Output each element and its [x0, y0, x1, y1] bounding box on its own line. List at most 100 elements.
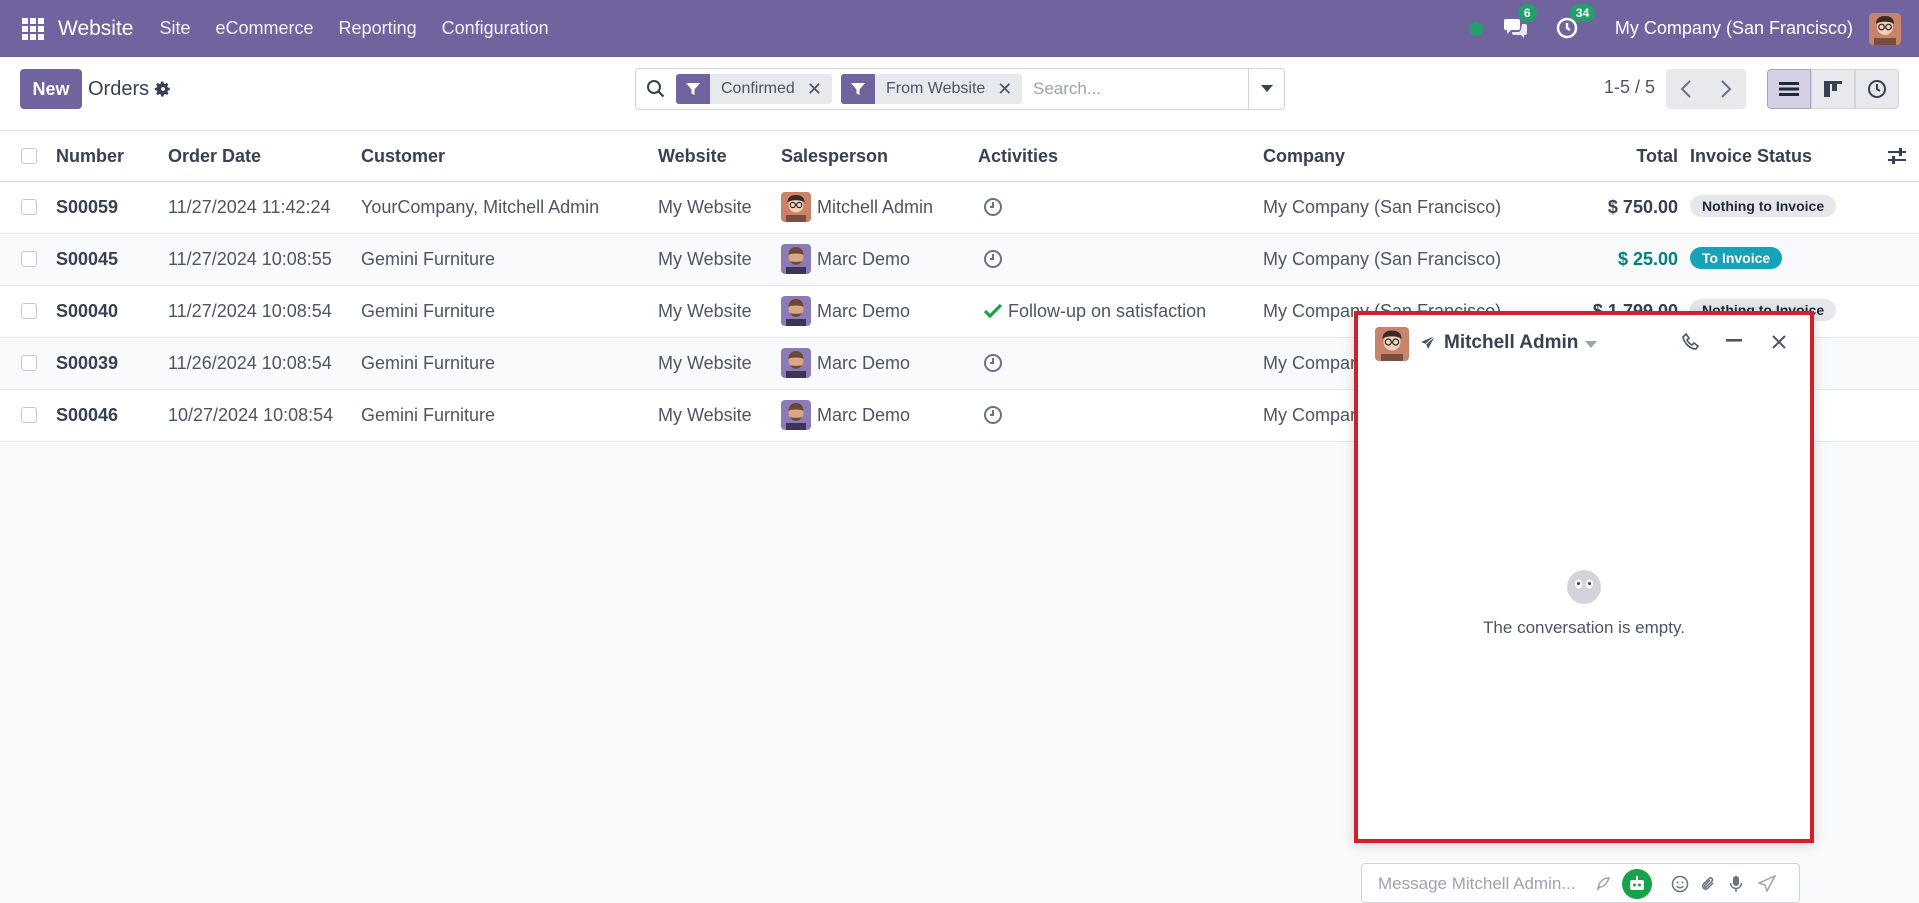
caret-down-icon[interactable] — [1585, 341, 1597, 349]
chat-avatar — [1375, 327, 1409, 361]
ghost-face-icon — [1567, 570, 1601, 604]
remove-facet-button[interactable]: ✕ — [804, 74, 832, 104]
pager-value[interactable]: 1-5 / 5 — [1604, 77, 1655, 98]
column-order-date[interactable]: Order Date — [168, 146, 261, 167]
column-salesperson[interactable]: Salesperson — [781, 146, 888, 167]
search-options-toggle[interactable] — [1248, 69, 1284, 109]
kanban-icon — [1824, 81, 1842, 97]
order-date: 10/27/2024 10:08:54 — [168, 405, 334, 425]
chat-title[interactable]: Mitchell Admin — [1444, 332, 1578, 354]
menu-configuration[interactable]: Configuration — [442, 18, 549, 39]
column-company[interactable]: Company — [1263, 146, 1345, 167]
order-date: 11/27/2024 11:42:24 — [168, 197, 331, 217]
invoice-status-badge: To Invoice — [1690, 247, 1783, 269]
activity-clock-icon[interactable] — [983, 353, 1003, 373]
chevron-right-icon — [1721, 80, 1732, 98]
chat-window: Mitchell Admin The conversation is empty… — [1354, 311, 1814, 843]
company: My Compan — [1263, 353, 1361, 373]
page-title: Orders — [88, 78, 150, 100]
row-checkbox[interactable] — [21, 355, 37, 371]
invoice-status-badge: Nothing to Invoice — [1690, 195, 1837, 217]
row-checkbox[interactable] — [21, 251, 37, 267]
filter-icon — [841, 74, 875, 104]
website: My Website — [658, 405, 752, 425]
paperclip-icon[interactable] — [1697, 873, 1719, 895]
kanban-view-button[interactable] — [1811, 69, 1855, 109]
column-number[interactable]: Number — [56, 146, 124, 167]
table-row[interactable]: S00045 11/27/2024 10:08:55 Gemini Furnit… — [0, 234, 1919, 286]
chat-empty-state: The conversation is empty. — [1358, 569, 1810, 638]
company-switcher[interactable]: My Company (San Francisco) — [1615, 18, 1853, 39]
app-name[interactable]: Website — [58, 17, 133, 41]
messages-button[interactable]: 6 — [1503, 3, 1537, 42]
row-checkbox[interactable] — [21, 407, 37, 423]
send-icon[interactable] — [1756, 873, 1778, 895]
plane-icon — [1421, 335, 1436, 349]
feather-icon[interactable] — [1592, 873, 1614, 895]
order-total: $ 25.00 — [1617, 249, 1678, 269]
messages-count-badge: 6 — [1517, 3, 1537, 22]
ai-robot-icon[interactable] — [1622, 869, 1652, 899]
customer: Gemini Furniture — [361, 249, 496, 269]
user-avatar[interactable] — [1869, 12, 1901, 45]
table-row[interactable]: S00059 11/27/2024 11:42:24 YourCompany, … — [0, 182, 1919, 234]
column-activities[interactable]: Activities — [978, 146, 1058, 167]
column-customer[interactable]: Customer — [361, 146, 445, 167]
customer: Gemini Furniture — [361, 353, 496, 373]
column-website[interactable]: Website — [658, 146, 727, 167]
list-view-button[interactable] — [1767, 69, 1811, 109]
menu-reporting[interactable]: Reporting — [339, 18, 417, 39]
select-all-checkbox[interactable] — [21, 148, 37, 164]
column-invoice-status[interactable]: Invoice Status — [1690, 146, 1812, 167]
chat-composer — [1361, 863, 1800, 903]
search-input[interactable] — [1033, 75, 1243, 103]
row-checkbox[interactable] — [21, 303, 37, 319]
menu-site[interactable]: Site — [159, 18, 190, 39]
activity-summary[interactable]: Follow-up on satisfaction — [1008, 301, 1206, 322]
chevron-left-icon — [1680, 80, 1691, 98]
activity-view-button[interactable] — [1855, 69, 1899, 109]
emoji-icon[interactable] — [1669, 873, 1691, 895]
close-icon[interactable] — [1771, 334, 1787, 350]
salesperson-avatar — [781, 192, 811, 222]
activities-count-badge: 34 — [1569, 3, 1596, 22]
control-panel: New Orders Confirmed ✕ From Website ✕ 1-… — [0, 57, 1919, 131]
new-button[interactable]: New — [20, 69, 82, 109]
activity-clock-icon[interactable] — [983, 405, 1003, 425]
check-icon[interactable] — [983, 303, 1003, 319]
website: My Website — [658, 249, 752, 269]
microphone-icon[interactable] — [1725, 873, 1747, 895]
activity-clock-icon[interactable] — [983, 249, 1003, 269]
list-icon — [1779, 82, 1799, 96]
column-settings-icon[interactable] — [1888, 148, 1906, 164]
order-number: S00046 — [56, 405, 119, 425]
column-total[interactable]: Total — [1636, 146, 1678, 167]
facet-label: Confirmed — [710, 74, 805, 104]
search-icon[interactable] — [646, 79, 666, 99]
pager-next-button[interactable] — [1706, 69, 1746, 109]
message-input[interactable] — [1378, 870, 1598, 898]
top-navbar: Website Site eCommerce Reporting Configu… — [0, 0, 1919, 57]
customer: YourCompany, Mitchell Admin — [361, 197, 600, 217]
pager-previous-button[interactable] — [1666, 69, 1706, 109]
menu-ecommerce[interactable]: eCommerce — [216, 18, 314, 39]
facet-confirmed: Confirmed ✕ — [676, 74, 832, 104]
salesperson-name: Marc Demo — [817, 301, 911, 321]
minimize-icon[interactable] — [1726, 339, 1744, 343]
gear-icon[interactable] — [154, 80, 172, 98]
customer: Gemini Furniture — [361, 405, 496, 425]
website: My Website — [658, 197, 752, 217]
company: My Compan — [1263, 405, 1361, 425]
order-date: 11/26/2024 10:08:54 — [168, 353, 332, 373]
remove-facet-button[interactable]: ✕ — [995, 74, 1023, 104]
phone-icon[interactable] — [1682, 333, 1700, 351]
order-number: S00045 — [56, 249, 119, 269]
caret-down-icon — [1260, 85, 1273, 92]
table-header: Number Order Date Customer Website Sales… — [0, 131, 1919, 182]
row-checkbox[interactable] — [21, 199, 37, 215]
activities-button[interactable]: 34 — [1555, 3, 1596, 42]
order-number: S00040 — [56, 301, 119, 321]
activity-clock-icon[interactable] — [983, 197, 1003, 217]
apps-menu-icon[interactable] — [22, 17, 44, 40]
chat-header[interactable]: Mitchell Admin — [1358, 315, 1810, 371]
